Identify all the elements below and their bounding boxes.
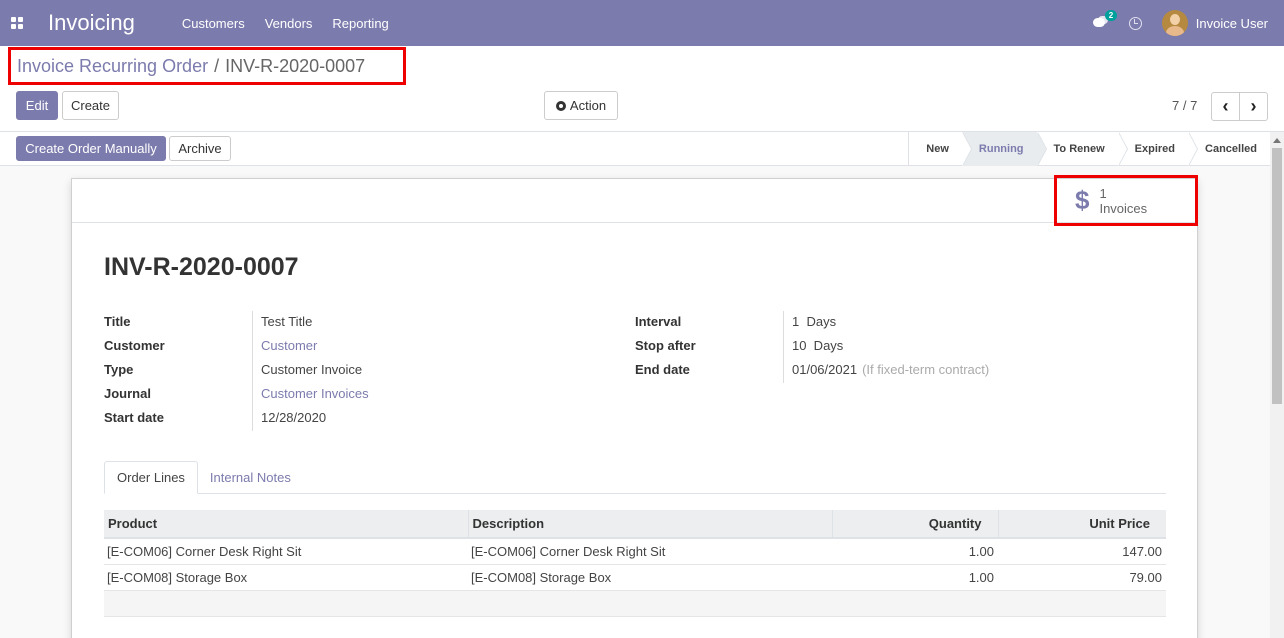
column-header-product[interactable]: Product (104, 510, 469, 539)
user-avatar[interactable] (1161, 10, 1188, 36)
quantity-cell[interactable]: 1.00 (832, 564, 998, 591)
gear-icon (555, 100, 566, 111)
column-header-description[interactable]: Description (468, 510, 833, 539)
chat-icon[interactable]: 2 (1092, 10, 1118, 31)
chevron-left-icon: ‹ (1222, 96, 1229, 116)
menu-item-reporting[interactable]: Reporting (332, 16, 388, 31)
pager-previous-button[interactable]: ‹ (1211, 92, 1240, 121)
top-navbar: Invoicing Customers Vendors Reporting 2 … (0, 0, 1284, 46)
title-label: Title (104, 313, 131, 329)
create-order-manually-button[interactable]: Create Order Manually (16, 136, 166, 161)
stop-after-field: 10 Days (792, 337, 844, 353)
status-steps: New Running To Renew Expired Cancelled (908, 132, 1270, 166)
scroll-thumb[interactable] (1272, 148, 1282, 404)
unit-price-cell[interactable]: 79.00 (998, 564, 1166, 591)
status-step-cancelled[interactable]: Cancelled (1188, 132, 1270, 166)
navbar-systray: 2 Invoice User (1092, 0, 1268, 46)
order-lines-table: Product Description Quantity Unit Price … (104, 510, 1166, 617)
tab-order-lines[interactable]: Order Lines (104, 461, 198, 494)
interval-label: Interval (635, 313, 682, 329)
scroll-up-arrow-icon[interactable] (1273, 138, 1281, 143)
menu-item-vendors[interactable]: Vendors (265, 16, 313, 31)
description-cell[interactable]: [E-COM08] Storage Box (468, 564, 832, 591)
tab-internal-notes[interactable]: Internal Notes (198, 461, 303, 494)
column-header-unit-price[interactable]: Unit Price (998, 510, 1166, 539)
dollar-icon: $ (1075, 185, 1090, 215)
journal-label: Journal (104, 385, 151, 401)
status-step-to-renew[interactable]: To Renew (1037, 132, 1128, 166)
journal-field-link[interactable]: Customer Invoices (261, 386, 369, 401)
apps-menu-icon[interactable] (11, 17, 23, 29)
stop-after-label: Stop after (635, 337, 696, 353)
menu-item-customers[interactable]: Customers (182, 16, 245, 31)
type-label: Type (104, 361, 134, 377)
chat-count-badge: 2 (1104, 10, 1118, 21)
unit-price-cell[interactable]: 147.00 (998, 538, 1166, 565)
title-field: Test Title (261, 313, 313, 329)
status-step-running[interactable]: Running (961, 132, 1047, 166)
action-label: Action (569, 98, 607, 113)
table-row[interactable]: [E-COM08] Storage Box [E-COM08] Storage … (104, 564, 1166, 591)
empty-table-row (104, 590, 1166, 617)
interval-field: 1 Days (792, 313, 837, 329)
quantity-cell[interactable]: 1.00 (832, 538, 998, 565)
start-date-label: Start date (104, 409, 164, 425)
pager-next-button[interactable]: › (1239, 92, 1268, 121)
smart-button-box (72, 179, 1197, 223)
customer-field-link[interactable]: Customer (261, 338, 317, 353)
left-field-group: Title Test Title Customer Customer Type Cus… (104, 309, 369, 429)
breadcrumb: Invoice Recurring Order / INV-R-2020-000… (8, 47, 406, 85)
form-statusbar: Create Order Manually Archive New Runnin… (0, 132, 1270, 166)
activity-clock-icon[interactable] (1128, 16, 1142, 30)
pager-value[interactable]: 7 / 7 (1172, 98, 1197, 113)
column-header-quantity[interactable]: Quantity (832, 510, 999, 539)
main-menu: Customers Vendors Reporting (182, 16, 409, 31)
record-title: INV-R-2020-0007 (104, 253, 299, 281)
notebook-tabs: Order Lines Internal Notes (104, 461, 1166, 494)
archive-button[interactable]: Archive (169, 136, 231, 161)
status-step-new[interactable]: New (909, 132, 972, 166)
breadcrumb-current: INV-R-2020-0007 (225, 55, 366, 76)
form-sheet: $ 1 Invoices INV-R-2020-0007 Title Test T… (71, 175, 1198, 638)
type-field: Customer Invoice (261, 361, 363, 377)
action-dropdown-button[interactable]: Action (544, 91, 618, 120)
app-title: Invoicing (48, 10, 135, 35)
right-field-group: Interval 1 Days Stop after 10 Days End dat… (635, 309, 989, 381)
control-panel: Invoice Recurring Order / INV-R-2020-000… (0, 46, 1284, 132)
chevron-right-icon: › (1250, 96, 1257, 116)
edit-button[interactable]: Edit (16, 91, 58, 120)
customer-label: Customer (104, 337, 165, 353)
end-date-label: End date (635, 361, 690, 377)
status-step-expired[interactable]: Expired (1118, 132, 1199, 166)
breadcrumb-parent[interactable]: Invoice Recurring Order (17, 56, 208, 77)
invoices-smart-button[interactable]: $ 1 Invoices (1054, 175, 1198, 226)
table-row[interactable]: [E-COM06] Corner Desk Right Sit [E-COM06… (104, 538, 1166, 565)
product-cell[interactable]: [E-COM08] Storage Box (104, 564, 468, 591)
description-cell[interactable]: [E-COM06] Corner Desk Right Sit (468, 538, 832, 565)
breadcrumb-separator: / (214, 55, 220, 76)
user-menu[interactable]: Invoice User (1196, 16, 1268, 31)
invoices-label: Invoices (1099, 200, 1148, 216)
vertical-scrollbar[interactable] (1270, 132, 1284, 638)
invoices-smart-text: 1 Invoices (1099, 186, 1147, 216)
product-cell[interactable]: [E-COM06] Corner Desk Right Sit (104, 538, 468, 565)
create-button[interactable]: Create (62, 91, 119, 120)
start-date-field: 12/28/2020 (261, 409, 327, 425)
end-date-help: (If fixed-term contract) (862, 361, 990, 377)
invoices-count: 1 (1099, 185, 1107, 201)
end-date-field: 01/06/2021 (792, 361, 858, 377)
